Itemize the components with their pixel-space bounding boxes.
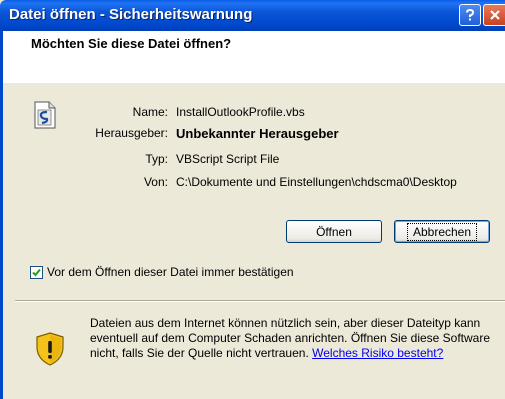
from-label: Von:: [143, 175, 168, 189]
warning-text: Dateien aus dem Internet können nützlich…: [90, 316, 495, 361]
risk-info-link[interactable]: Welches Risiko besteht?: [312, 346, 443, 360]
name-label: Name:: [132, 105, 168, 119]
type-label: Typ:: [145, 152, 168, 166]
name-value: InstallOutlookProfile.vbs: [176, 105, 305, 119]
window-border: [0, 31, 3, 399]
publisher-label: Herausgeber:: [95, 126, 168, 140]
checkmark-icon: [32, 268, 41, 276]
cancel-button[interactable]: Abbrechen: [394, 220, 490, 243]
close-icon: [489, 10, 500, 20]
close-button[interactable]: [483, 4, 505, 26]
dialog-heading: Möchten Sie diese Datei öffnen?: [31, 36, 232, 51]
shield-warning-icon: [36, 332, 64, 366]
separator: [15, 300, 505, 302]
question-icon: [466, 8, 475, 21]
help-button[interactable]: [459, 4, 481, 26]
publisher-value: Unbekannter Herausgeber: [176, 126, 339, 141]
cancel-button-label: Abbrechen: [406, 222, 478, 241]
confirm-checkbox[interactable]: [30, 265, 43, 279]
confirm-checkbox-label[interactable]: Vor dem Öffnen dieser Datei immer bestät…: [47, 265, 294, 279]
window-title: Datei öffnen - Sicherheitswarnung: [9, 6, 253, 23]
confirm-checkbox-row[interactable]: Vor dem Öffnen dieser Datei immer bestät…: [30, 265, 294, 279]
open-button-label: Öffnen: [316, 224, 352, 239]
from-value: C:\Dokumente und Einstellungen\chdscma0\…: [176, 175, 457, 189]
title-bar[interactable]: Datei öffnen - Sicherheitswarnung: [0, 0, 505, 31]
open-button[interactable]: Öffnen: [286, 220, 382, 243]
type-value: VBScript Script File: [176, 152, 280, 166]
